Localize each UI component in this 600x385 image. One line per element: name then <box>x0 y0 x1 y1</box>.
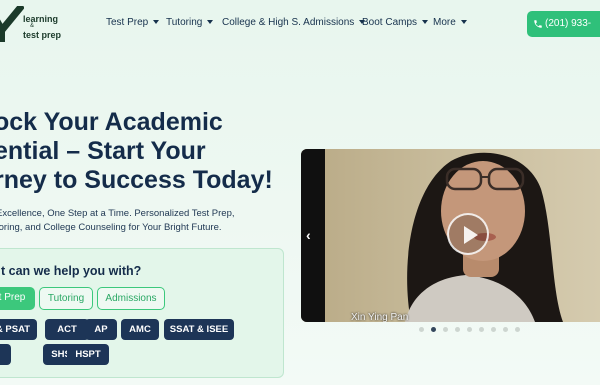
hero-subtext: Excellence, One Step at a Time. Personal… <box>0 207 296 235</box>
brand-name-line1: learning <box>23 14 59 24</box>
hero-headline-line: rney to Success Today! <box>0 166 273 194</box>
chip-sat-psat[interactable]: & PSAT <box>0 319 37 340</box>
hero-headline-line: ential – Start Your <box>0 137 206 165</box>
nav-item-more[interactable]: More <box>433 17 467 28</box>
play-icon <box>464 226 478 244</box>
nav-item-admissions[interactable]: College & High S. Admissions <box>222 17 366 28</box>
help-card-title: t can we help you with? <box>1 264 142 278</box>
brand-logo[interactable]: learning & test prep <box>0 6 62 42</box>
chevron-down-icon <box>153 20 160 24</box>
chip-ssat-isee[interactable]: SSAT & ISEE <box>164 319 234 340</box>
phone-icon <box>534 20 542 28</box>
brand-name-amp: & <box>30 23 35 29</box>
carousel-dot[interactable] <box>443 327 448 332</box>
chip-amc[interactable]: AMC <box>121 319 159 340</box>
nav-item-label: More <box>433 17 456 28</box>
hero-headline-line: ock Your Academic <box>0 108 223 136</box>
video-caption: Xin Ying Pan <box>351 312 409 322</box>
hero-headline: ock Your Academic ential – Start Your rn… <box>0 108 304 195</box>
site-header: learning & test prep Test Prep Tutoring … <box>0 0 600 48</box>
tab-admissions[interactable]: Admissions <box>97 287 165 310</box>
carousel-dot[interactable] <box>419 327 424 332</box>
brand-check-mark <box>0 6 24 42</box>
nav-item-label: Boot Camps <box>362 17 418 28</box>
chevron-down-icon <box>422 20 429 24</box>
nav-item-tutoring[interactable]: Tutoring <box>166 17 214 28</box>
nav-item-boot-camps[interactable]: Boot Camps <box>362 17 429 28</box>
phone-number: (201) 933- <box>545 18 592 29</box>
tab-test-prep[interactable]: t Prep <box>0 287 35 310</box>
carousel-dot-active[interactable] <box>431 327 436 332</box>
nav-item-label: Tutoring <box>166 17 203 28</box>
chevron-left-icon[interactable]: ‹ <box>306 227 311 243</box>
phone-call-button[interactable]: (201) 933- <box>527 11 600 37</box>
brand-name-line2: test prep <box>23 30 62 40</box>
chevron-down-icon <box>207 20 214 24</box>
testimonial-video[interactable]: ‹ Xin Ying Pan <box>301 149 600 322</box>
carousel-dot[interactable] <box>491 327 496 332</box>
carousel-dot[interactable] <box>515 327 520 332</box>
help-card: t can we help you with? t Prep Tutoring … <box>0 248 284 378</box>
carousel-dot[interactable] <box>455 327 460 332</box>
tab-tutoring[interactable]: Tutoring <box>39 287 93 310</box>
chip-ap[interactable]: AP <box>85 319 117 340</box>
carousel-dot[interactable] <box>503 327 508 332</box>
nav-item-label: Test Prep <box>106 17 149 28</box>
chip-hspt[interactable]: HSPT <box>67 344 109 365</box>
carousel-dot[interactable] <box>479 327 484 332</box>
chevron-down-icon <box>460 20 467 24</box>
hero-subtext-line: Excellence, One Step at a Time. Personal… <box>0 208 235 219</box>
chip-act[interactable]: ACT <box>45 319 89 340</box>
hero-subtext-line: toring, and College Counseling for Your … <box>0 222 222 233</box>
nav-item-label: College & High S. Admissions <box>222 17 355 28</box>
carousel-dot[interactable] <box>467 327 472 332</box>
play-button[interactable] <box>447 213 489 255</box>
chip-cut-off[interactable] <box>0 344 11 365</box>
nav-item-test-prep[interactable]: Test Prep <box>106 17 160 28</box>
